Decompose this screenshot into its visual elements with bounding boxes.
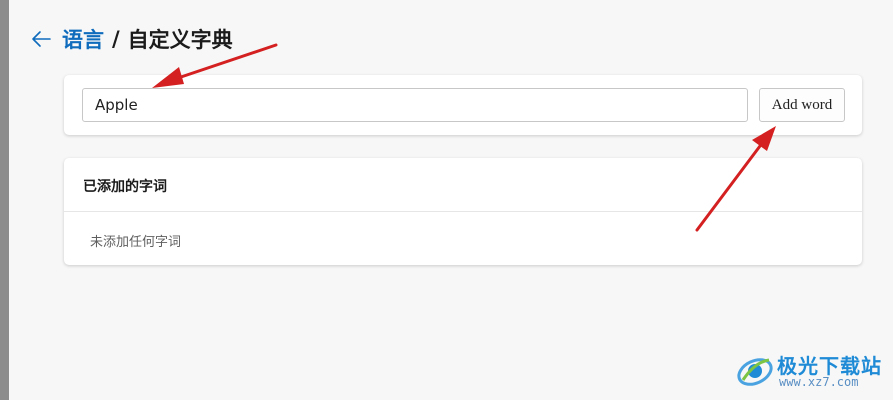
empty-list-message: 未添加任何字词 [90,235,182,250]
arrow-left-icon [32,31,51,47]
breadcrumb-language[interactable]: 语言 [62,24,104,54]
added-words-heading: 已添加的字词 [64,158,862,212]
window-left-edge [0,0,9,400]
back-button[interactable] [28,24,54,54]
page-title: 自定义字典 [127,28,233,52]
add-word-button[interactable]: Add word [759,88,845,122]
add-word-card: Add word [64,75,862,135]
breadcrumb-separator: / [112,27,120,51]
watermark-url: www.xz7.com [779,375,859,389]
watermark-logo-icon [737,358,773,386]
added-words-card: 已添加的字词 未添加任何字词 [64,158,862,265]
watermark: 极光下载站 www.xz7.com [735,348,885,394]
page-header: 语言 / 自定义字典 [28,22,233,56]
word-input[interactable] [82,88,748,122]
